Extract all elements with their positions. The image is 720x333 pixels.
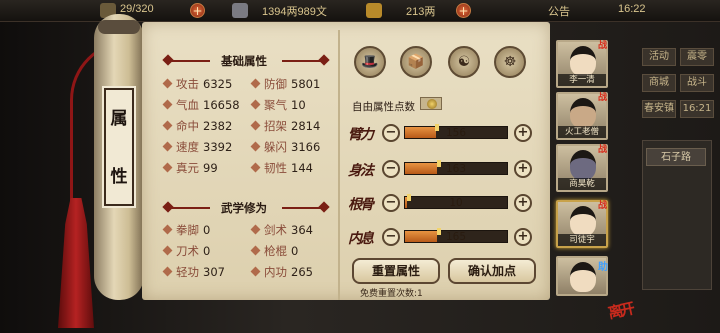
- page-title: 属 性: [104, 88, 134, 206]
- attr-name-agility: 身法: [348, 163, 374, 179]
- roster-name-1: 李一清: [558, 74, 606, 86]
- taiji-icon[interactable]: ☯: [448, 46, 480, 78]
- strength-value: 156: [445, 127, 467, 139]
- avatar: [570, 262, 596, 292]
- add-stamina-button[interactable]: +: [190, 3, 205, 18]
- roster-name-2: 火工老僧: [558, 126, 606, 138]
- avatar: [570, 46, 596, 76]
- basic-header: 基础属性: [160, 53, 330, 69]
- martial-sword: 剑术 364: [250, 222, 313, 237]
- notice-button[interactable]: 公告: [548, 3, 570, 19]
- fight-button[interactable]: 战斗: [680, 74, 714, 92]
- free-points-label: 自由属性点数: [352, 101, 415, 113]
- confirm-points-button[interactable]: 确认加点: [448, 258, 536, 284]
- assist-badge: 助: [598, 262, 608, 273]
- agility-value: 163: [445, 163, 467, 175]
- stat-essence: 真元 99: [162, 160, 218, 175]
- activity-button[interactable]: 活动: [642, 48, 676, 66]
- avatar: [570, 150, 596, 180]
- agility-minus-button[interactable]: −: [382, 160, 400, 178]
- free-reset-note: 免费重置次数:1: [360, 289, 423, 299]
- constitution-bar[interactable]: 10: [404, 194, 508, 209]
- strength-plus-button[interactable]: +: [514, 124, 532, 142]
- panel-divider: [338, 30, 340, 300]
- roster-name-3: 商昊乾: [558, 178, 606, 190]
- avatar: [570, 206, 596, 236]
- meditation-icon[interactable]: ☸: [494, 46, 526, 78]
- stat-toughness: 韧性 144: [250, 160, 313, 175]
- stat-attack: 攻击 6325: [162, 76, 232, 91]
- agility-plus-button[interactable]: +: [514, 160, 532, 178]
- stat-focus: 聚气 10: [250, 97, 306, 112]
- add-gold-button[interactable]: +: [456, 3, 471, 18]
- attr-name-constitution: 根骨: [348, 197, 374, 213]
- free-points-value: [420, 97, 442, 110]
- title-char-2: 性: [110, 167, 128, 187]
- gold-icon: [366, 3, 382, 18]
- basic-header-label: 基础属性: [221, 54, 267, 68]
- shop-button[interactable]: 商城: [642, 74, 676, 92]
- strength-minus-button[interactable]: −: [382, 124, 400, 142]
- strength-bar[interactable]: 156: [404, 124, 508, 139]
- attr-name-strength: 臂力: [348, 127, 374, 143]
- attr-name-breath: 内息: [348, 231, 374, 247]
- title-char-1: 属: [110, 109, 128, 129]
- roster-name-4: 司徒宇: [558, 234, 606, 246]
- constitution-plus-button[interactable]: +: [514, 194, 532, 212]
- breath-value: 165: [445, 231, 467, 243]
- martial-fist: 拳脚 0: [162, 222, 210, 237]
- battle-badge-3: 战: [598, 145, 608, 155]
- constitution-value: 10: [449, 197, 463, 209]
- martial-spear: 枪棍 0: [250, 243, 298, 258]
- stat-dodge: 躲闪 3166: [250, 139, 320, 154]
- martial-blade: 刀术 0: [162, 243, 210, 258]
- battle-badge-4: 战: [598, 201, 608, 211]
- reset-attributes-button[interactable]: 重置属性: [352, 258, 440, 284]
- location-time: 16:21: [680, 100, 714, 118]
- treasure-icon[interactable]: 📦: [400, 46, 432, 78]
- coin-icon: [232, 3, 248, 18]
- martial-lightness: 轻功 307: [162, 264, 225, 279]
- breath-plus-button[interactable]: +: [514, 228, 532, 246]
- martial-header: 武学修为: [160, 200, 330, 216]
- battle-badge-1: 战: [598, 41, 608, 51]
- stat-speed: 速度 3392: [162, 139, 232, 154]
- breath-minus-button[interactable]: −: [382, 228, 400, 246]
- breath-bar[interactable]: 165: [404, 228, 508, 243]
- avatar: [570, 98, 596, 128]
- point-icon: [427, 99, 437, 109]
- location-label: 春安镇: [642, 100, 676, 118]
- stat-accuracy: 命中 2382: [162, 118, 232, 133]
- stamina-value: 29/320: [120, 3, 154, 15]
- gold-value: 213两: [406, 6, 436, 18]
- martial-inner: 内功 265: [250, 264, 313, 279]
- battle-badge-2: 战: [598, 93, 608, 103]
- hat-icon[interactable]: 🎩: [354, 46, 386, 78]
- agility-bar[interactable]: 163: [404, 160, 508, 175]
- coin-value: 1394两989文: [262, 6, 327, 18]
- constitution-minus-button[interactable]: −: [382, 194, 400, 212]
- stat-hp: 气血 16658: [162, 97, 240, 112]
- stat-parry: 招架 2814: [250, 118, 320, 133]
- wish-button[interactable]: 震零: [680, 48, 714, 66]
- martial-header-label: 武学修为: [221, 201, 267, 215]
- place-button[interactable]: 石子路: [646, 148, 706, 166]
- clock: 16:22: [618, 3, 646, 15]
- stat-defense: 防御 5801: [250, 76, 320, 91]
